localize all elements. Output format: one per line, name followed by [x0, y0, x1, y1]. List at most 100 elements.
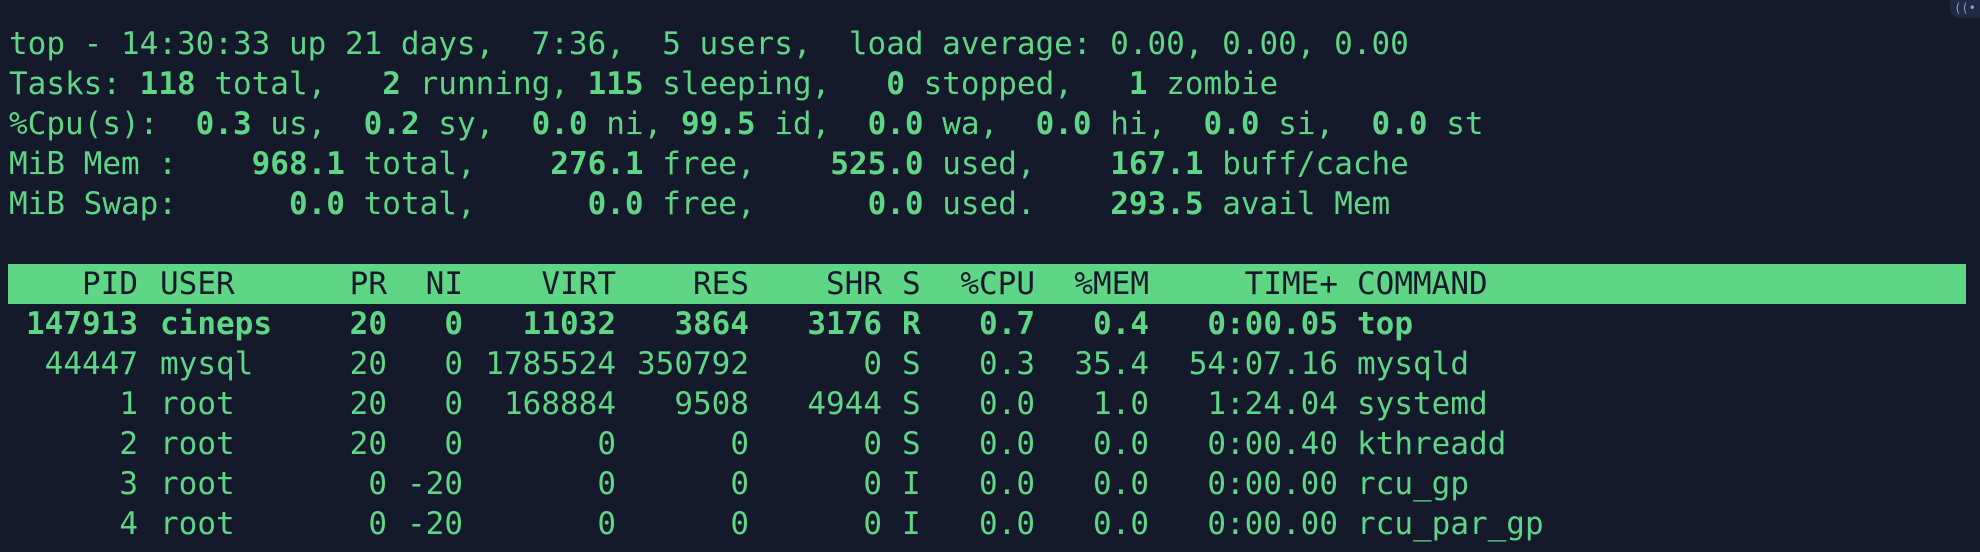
command-cell: top — [1357, 306, 1413, 342]
table-row[interactable]: 1 root 20 0 168884 9508 4944 S 0.0 1.0 1… — [0, 384, 1980, 424]
col-shr[interactable]: SHR — [760, 264, 882, 304]
cpu-cell: 0.0 — [979, 466, 1035, 502]
command-cell: rcu_par_gp — [1357, 506, 1544, 542]
user-cell: root — [160, 426, 235, 462]
ni-cell: 0 — [444, 386, 463, 422]
shr-cell: 3176 — [807, 306, 882, 342]
col-ni[interactable]: NI — [400, 264, 463, 304]
mem-cell: 0.0 — [1093, 466, 1149, 502]
mem-cell: 0.0 — [1093, 506, 1149, 542]
pid-cell: 44447 — [44, 346, 138, 382]
col-pr[interactable]: PR — [330, 264, 387, 304]
col-state[interactable]: S — [902, 264, 932, 304]
mem-cell: 1.0 — [1093, 386, 1149, 422]
pr-cell: 0 — [368, 466, 387, 502]
uptime-load-line: top - 14:30:33 up 21 days, 7:36, 5 users… — [9, 26, 1409, 62]
cpu-line: %Cpu(s): 0.3 us, 0.2 sy, 0.0 ni, 99.5 id… — [9, 106, 1484, 142]
pr-cell: 20 — [349, 346, 387, 382]
tasks-running: 2 — [382, 66, 401, 102]
table-row[interactable]: 44447 mysql 20 0 1785524 350792 0 S 0.3 … — [0, 344, 1980, 384]
col-pid[interactable]: PID — [0, 264, 138, 304]
broadcast-icon[interactable]: ((• — [1950, 0, 1980, 18]
virt-cell: 0 — [597, 506, 616, 542]
pid-cell: 3 — [119, 466, 138, 502]
col-user[interactable]: USER — [160, 264, 340, 304]
table-row[interactable]: 147913 cineps 20 0 11032 3864 3176 R 0.7… — [0, 304, 1980, 344]
user-cell: cineps — [160, 306, 272, 342]
res-cell: 3864 — [674, 306, 749, 342]
time-cell: 0:00.00 — [1207, 506, 1338, 542]
table-row[interactable]: 2 root 20 0 0 0 0 S 0.0 0.0 0:00.40 kthr… — [0, 424, 1980, 464]
col-command[interactable]: COMMAND — [1357, 264, 1757, 304]
res-cell: 0 — [730, 426, 749, 462]
time-cell: 1:24.04 — [1207, 386, 1338, 422]
ni-cell: -20 — [407, 506, 463, 542]
virt-cell: 11032 — [522, 306, 616, 342]
pid-cell: 2 — [119, 426, 138, 462]
shr-cell: 0 — [863, 506, 882, 542]
command-cell: mysqld — [1357, 346, 1469, 382]
pr-cell: 0 — [368, 506, 387, 542]
virt-cell: 168884 — [504, 386, 616, 422]
pid-cell: 147913 — [26, 306, 138, 342]
pr-cell: 20 — [349, 426, 387, 462]
table-row[interactable]: 3 root 0 -20 0 0 0 I 0.0 0.0 0:00.00 rcu… — [0, 464, 1980, 504]
virt-cell: 0 — [597, 426, 616, 462]
mem-cell: 0.0 — [1093, 426, 1149, 462]
shr-cell: 4944 — [807, 386, 882, 422]
time-cell: 0:00.05 — [1207, 306, 1338, 342]
state-cell: I — [902, 466, 921, 502]
swap-line: MiB Swap: 0.0 total, 0.0 free, 0.0 used.… — [9, 186, 1391, 222]
shr-cell: 0 — [863, 426, 882, 462]
state-cell: S — [902, 346, 921, 382]
column-headers: PID USER PR NI VIRT RES SHR S %CPU %MEM … — [0, 264, 1980, 304]
ni-cell: 0 — [444, 346, 463, 382]
col-time[interactable]: TIME+ — [1160, 264, 1338, 304]
col-virt[interactable]: VIRT — [470, 264, 616, 304]
tasks-zombie: 1 — [1128, 66, 1148, 102]
tasks-sleeping: 115 — [587, 66, 644, 102]
table-row[interactable]: 4 root 0 -20 0 0 0 I 0.0 0.0 0:00.00 rcu… — [0, 504, 1980, 544]
user-cell: mysql — [160, 346, 254, 382]
state-cell: I — [902, 506, 921, 542]
pid-cell: 4 — [119, 506, 138, 542]
time-cell: 0:00.00 — [1207, 466, 1338, 502]
virt-cell: 1785524 — [485, 346, 616, 382]
user-cell: root — [160, 466, 235, 502]
time-cell: 54:07.16 — [1188, 346, 1338, 382]
ni-cell: -20 — [407, 466, 463, 502]
command-cell: kthreadd — [1357, 426, 1507, 462]
command-cell: rcu_gp — [1357, 466, 1469, 502]
tasks-stopped: 0 — [886, 66, 905, 102]
res-cell: 350792 — [637, 346, 749, 382]
state-cell: R — [902, 306, 921, 342]
terminal-window[interactable]: ((• top - 14:30:33 up 21 days, 7:36, 5 u… — [0, 0, 1980, 552]
mem-line: MiB Mem : 968.1 total, 276.1 free, 525.0… — [9, 146, 1409, 182]
ni-cell: 0 — [444, 426, 463, 462]
cpu-cell: 0.0 — [979, 426, 1035, 462]
user-cell: root — [160, 506, 235, 542]
cpu-cell: 0.7 — [979, 306, 1035, 342]
res-cell: 9508 — [674, 386, 749, 422]
mem-cell: 0.4 — [1093, 306, 1149, 342]
res-cell: 0 — [730, 506, 749, 542]
command-cell: systemd — [1357, 386, 1488, 422]
pr-cell: 20 — [349, 386, 387, 422]
user-cell: root — [160, 386, 235, 422]
col-cpu[interactable]: %CPU — [940, 264, 1035, 304]
time-cell: 0:00.40 — [1207, 426, 1338, 462]
mem-cell: 35.4 — [1074, 346, 1149, 382]
virt-cell: 0 — [597, 466, 616, 502]
tasks-total: 118 — [139, 66, 196, 102]
ni-cell: 0 — [444, 306, 463, 342]
col-mem[interactable]: %MEM — [1050, 264, 1149, 304]
shr-cell: 0 — [863, 346, 882, 382]
state-cell: S — [902, 426, 921, 462]
cpu-cell: 0.3 — [979, 346, 1035, 382]
cpu-cell: 0.0 — [979, 386, 1035, 422]
col-res[interactable]: RES — [620, 264, 749, 304]
pid-cell: 1 — [119, 386, 138, 422]
tasks-line: Tasks: 118 total, 2 running, 115 sleepin… — [9, 66, 1279, 102]
state-cell: S — [902, 386, 921, 422]
res-cell: 0 — [730, 466, 749, 502]
